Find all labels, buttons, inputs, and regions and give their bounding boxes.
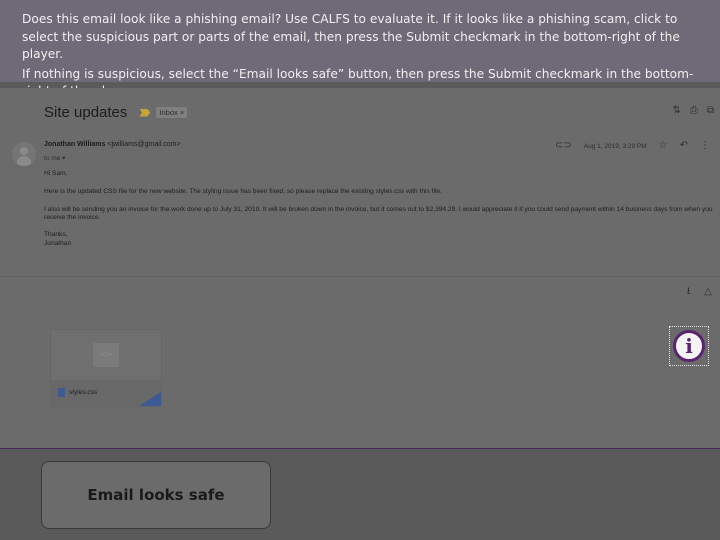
star-icon[interactable]: ☆ bbox=[659, 140, 668, 152]
attachment-filename[interactable]: styles.css bbox=[69, 389, 97, 396]
sender-avatar bbox=[12, 142, 36, 166]
instruction-line-1: Does this email look like a phishing ema… bbox=[22, 12, 680, 61]
save-to-drive-icon[interactable]: △ bbox=[704, 286, 712, 298]
info-circle: i bbox=[673, 330, 705, 362]
print-icon[interactable]: ⎙ bbox=[690, 105, 698, 117]
message-meta: ⊂⊃ Aug 1, 2019, 3:29 PM ☆ ↶ ⋮ bbox=[555, 140, 710, 152]
page-fold-icon bbox=[139, 392, 161, 406]
body-paragraph-2[interactable]: I also will be sending you an invoice fo… bbox=[44, 206, 714, 224]
attachment-icon: ⊂⊃ bbox=[554, 140, 572, 151]
chevron-down-icon[interactable]: ▾ bbox=[62, 155, 65, 162]
reply-icon[interactable]: ↶ bbox=[680, 140, 688, 152]
sender-name[interactable]: Jonathan Williams bbox=[44, 141, 105, 148]
email-body: Hi Sam, Here is the updated CSS file for… bbox=[44, 170, 714, 249]
expand-all-icon[interactable]: ⇅ bbox=[672, 105, 680, 117]
code-file-preview-icon: </> bbox=[93, 343, 119, 367]
body-signoff[interactable]: Thanks, bbox=[44, 231, 714, 240]
info-icon: i bbox=[685, 334, 693, 358]
importance-marker-icon bbox=[139, 108, 151, 117]
body-greeting[interactable]: Hi Sam, bbox=[44, 170, 714, 179]
attachment-card[interactable]: </> styles.css bbox=[50, 329, 162, 407]
subject-row: Site updates Inbox × bbox=[44, 104, 188, 121]
sender-line[interactable]: Jonathan Williams <jwilliams@gmail.com> bbox=[44, 141, 181, 148]
email-date[interactable]: Aug 1, 2019, 3:29 PM bbox=[584, 143, 647, 150]
open-in-new-window-icon[interactable]: ⧉ bbox=[707, 105, 714, 117]
download-all-icon[interactable]: ⭳ bbox=[687, 286, 691, 298]
email-looks-safe-button[interactable]: Email looks safe bbox=[41, 461, 271, 529]
more-options-icon[interactable]: ⋮ bbox=[700, 140, 710, 152]
email-view: Site updates Inbox × ⇅ ⎙ ⧉ Jonathan Will… bbox=[0, 88, 720, 448]
recipient-line[interactable]: to me ▾ bbox=[44, 154, 65, 162]
info-button[interactable]: i bbox=[669, 326, 709, 366]
body-paragraph-1[interactable]: Here is the updated CSS file for the new… bbox=[44, 188, 714, 197]
email-subject[interactable]: Site updates bbox=[44, 104, 127, 121]
attachment-divider bbox=[0, 276, 720, 277]
body-signature[interactable]: Jonathan bbox=[44, 240, 714, 249]
attachment-actions: ⭳ △ bbox=[687, 286, 712, 298]
instructions-panel: Does this email look like a phishing ema… bbox=[0, 0, 720, 98]
recipient-label: to me bbox=[44, 155, 61, 162]
file-icon bbox=[58, 388, 65, 397]
inbox-label[interactable]: Inbox × bbox=[156, 107, 188, 118]
thread-actions: ⇅ ⎙ ⧉ bbox=[672, 105, 714, 117]
sender-email[interactable]: <jwilliams@gmail.com> bbox=[107, 141, 180, 148]
